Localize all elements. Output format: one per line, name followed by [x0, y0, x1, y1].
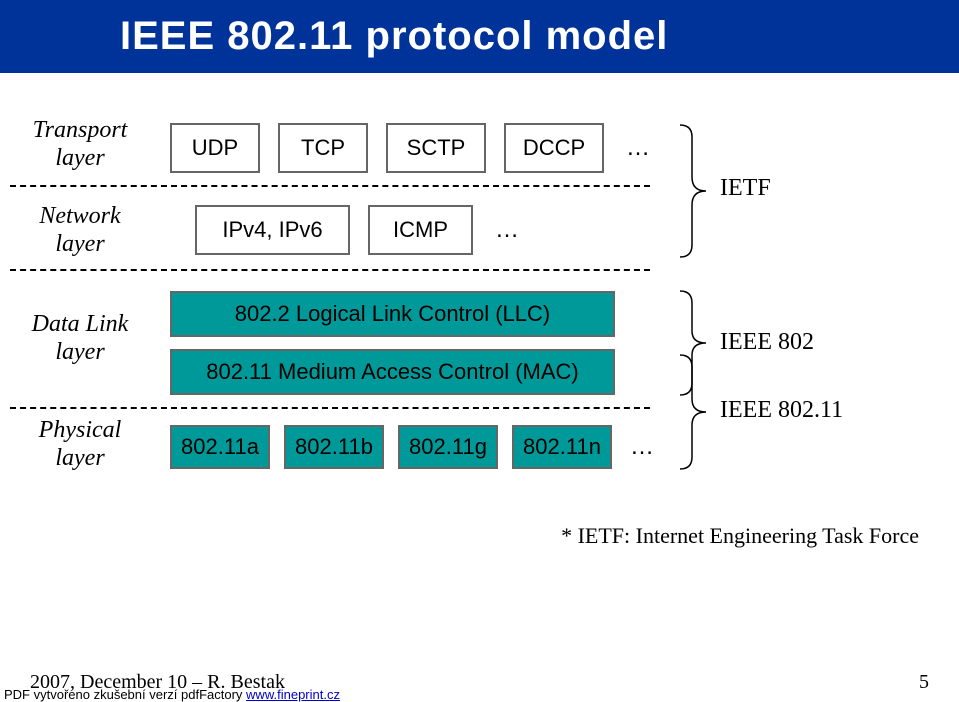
bracket-ietf [680, 121, 710, 261]
box-80211n: 802.11n [512, 425, 612, 469]
text: layer [55, 339, 104, 365]
box-dccp: DCCP [504, 123, 604, 173]
layer-label-datalink: Data Link layer [10, 311, 150, 366]
diagram-area: Transport layer Network layer Data Link … [0, 73, 959, 633]
divider-transport-network [10, 185, 650, 187]
box-mac: 802.11 Medium Access Control (MAC) [170, 349, 615, 395]
physical-more: … [630, 433, 654, 461]
footnote: * IETF: Internet Engineering Task Force [561, 523, 919, 549]
box-sctp: SCTP [386, 123, 486, 173]
text: Transport [33, 117, 128, 143]
network-more: … [495, 216, 519, 244]
pdf-factory-link[interactable]: www.fineprint.cz [246, 687, 340, 702]
divider-network-datalink [10, 269, 650, 271]
text: Network [39, 203, 120, 229]
label-ietf: IETF [720, 175, 771, 202]
layer-label-physical: Physical layer [10, 417, 150, 472]
text: layer [55, 145, 104, 171]
pdf-factory-line: PDF vytvořeno zkušební verzí pdfFactory … [4, 687, 340, 702]
box-80211g: 802.11g [398, 425, 498, 469]
box-ipv4-ipv6: IPv4, IPv6 [195, 205, 350, 255]
slide-title: IEEE 802.11 protocol model [0, 0, 959, 73]
layer-label-network: Network layer [10, 203, 150, 258]
transport-more: … [626, 134, 650, 162]
text: Data Link [32, 311, 129, 337]
label-ieee802: IEEE 802 [720, 329, 814, 356]
label-ieee80211: IEEE 802.11 [720, 397, 843, 424]
box-80211b: 802.11b [284, 425, 384, 469]
text: layer [55, 445, 104, 471]
layer-label-transport: Transport layer [10, 117, 150, 172]
text: layer [55, 231, 104, 257]
text: PDF vytvořeno zkušební verzí pdfFactory [4, 687, 246, 702]
box-udp: UDP [170, 123, 260, 173]
box-80211a: 802.11a [170, 425, 270, 469]
divider-datalink-physical [10, 407, 650, 409]
box-tcp: TCP [278, 123, 368, 173]
text: Physical [39, 417, 122, 443]
bracket-ieee80211 [680, 351, 710, 473]
box-llc: 802.2 Logical Link Control (LLC) [170, 291, 615, 337]
box-icmp: ICMP [368, 205, 473, 255]
footer-page-number: 5 [919, 671, 929, 694]
